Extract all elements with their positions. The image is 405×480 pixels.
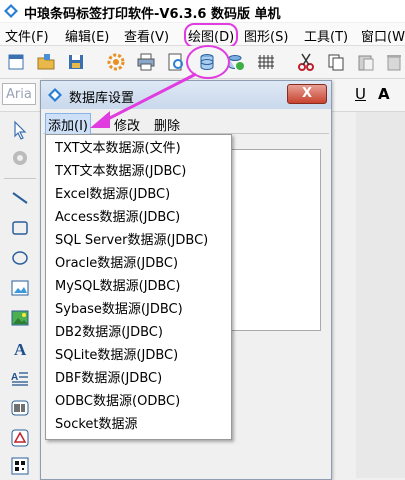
datasource-socket[interactable]: Socket数据源 [46,413,231,436]
close-icon: X [301,86,313,101]
datasource-sybase[interactable]: Sybase数据源(JDBC) [46,298,231,321]
barcode-tool-icon[interactable] [10,398,30,418]
settings-gear-icon[interactable] [106,52,126,72]
datasource-sqlserver[interactable]: SQL Server数据源(JDBC) [46,229,231,252]
rich-text-tool-icon[interactable]: A [10,368,30,388]
datasource-txt-file[interactable]: TXT文本数据源(文件) [46,137,231,160]
picture-tool-icon[interactable] [10,308,30,328]
text-tool-icon[interactable]: A [10,338,30,358]
rectangle-tool-icon[interactable] [10,218,30,238]
title-bar: 中琅条码标签打印软件-V6.3.6 数码版 单机 [0,0,405,22]
datasource-txt-jdbc[interactable]: TXT文本数据源(JDBC) [46,160,231,183]
menu-shape[interactable]: 图形(S) [244,26,288,45]
menu-tools[interactable]: 工具(T) [304,26,348,45]
cut-icon[interactable] [296,52,316,72]
font-name-select[interactable]: Aria [2,83,36,105]
open-folder-icon[interactable] [36,52,56,72]
qrcode-tool-icon[interactable] [10,456,30,476]
datasource-db2[interactable]: DB2数据源(JDBC) [46,321,231,344]
menu-file[interactable]: 文件(F) [5,26,49,45]
svg-text:A: A [11,372,18,383]
image-tool-icon[interactable] [10,278,30,298]
pan-tool-icon[interactable] [10,148,30,168]
menu-edit[interactable]: 编辑(E) [65,26,109,45]
dialog-title: 数据库设置 [69,91,135,106]
font-color-button[interactable]: A [378,85,390,103]
paste-icon[interactable] [356,52,376,72]
dialog-menu-bar: 添加(I) 修改 删除 [43,113,329,136]
design-canvas[interactable] [356,112,405,478]
dialog-menu-add[interactable]: 添加(I) [45,113,91,136]
line-tool-icon[interactable] [10,188,30,208]
menu-view[interactable]: 查看(V) [124,26,169,45]
svg-text:A: A [14,340,27,358]
qrcode-shape-tool-icon[interactable] [10,428,30,448]
select-pointer-icon[interactable] [10,120,30,140]
datasource-oracle[interactable]: Oracle数据源(JDBC) [46,252,231,275]
dialog-logo-icon [48,88,62,102]
menu-window[interactable]: 窗口(W) [361,26,405,45]
copy-icon[interactable] [326,52,346,72]
left-tool-panel: A A [0,112,41,478]
save-icon[interactable] [66,52,86,72]
datasource-odbc[interactable]: ODBC数据源(ODBC) [46,390,231,413]
datasource-sqlite[interactable]: SQLite数据源(JDBC) [46,344,231,367]
datasource-excel[interactable]: Excel数据源(JDBC) [46,183,231,206]
database-icon-highlight [186,45,230,79]
menu-bar: 文件(F) 编辑(E) 查看(V) 绘图(D) 图形(S) 工具(T) 窗口(W… [0,23,405,48]
window-title: 中琅条码标签打印软件-V6.3.6 数码版 单机 [24,7,281,22]
print-icon[interactable] [136,52,156,72]
dialog-menu-modify[interactable]: 修改 [114,115,140,134]
datasource-mysql[interactable]: MySQL数据源(JDBC) [46,275,231,298]
grid-icon[interactable] [256,52,276,72]
dialog-close-button[interactable]: X [287,84,327,104]
datasource-access[interactable]: Access数据源(JDBC) [46,206,231,229]
ellipse-tool-icon[interactable] [10,248,30,268]
tool-separator [4,178,36,179]
app-logo-icon [4,4,18,18]
dialog-title-bar: 数据库设置 X [41,81,331,109]
new-file-icon[interactable] [6,52,26,72]
underline-button[interactable]: U [355,85,366,103]
dialog-menu-delete[interactable]: 删除 [154,115,180,134]
delete-icon[interactable] [384,52,404,72]
add-datasource-dropdown: TXT文本数据源(文件) TXT文本数据源(JDBC) Excel数据源(JDB… [45,134,232,440]
print-preview-icon[interactable] [166,52,186,72]
datasource-dbf[interactable]: DBF数据源(JDBC) [46,367,231,390]
